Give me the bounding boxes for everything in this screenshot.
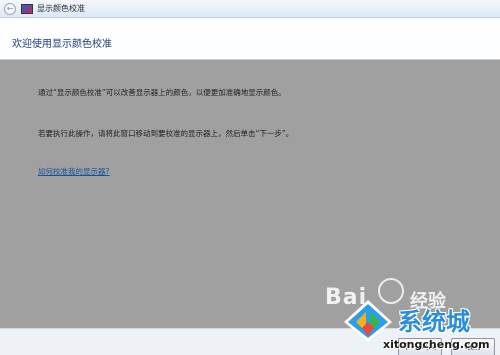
brand-watermark: 系统城 — [398, 308, 470, 336]
domain-watermark: xitongcheng.com — [383, 338, 490, 351]
help-link[interactable]: 如何校准我的显示器? — [38, 166, 109, 177]
page-title: 欢迎使用显示颜色校准 — [12, 39, 112, 50]
window-title: 显示颜色校准 — [37, 4, 85, 13]
display-color-icon — [21, 3, 33, 14]
wizard-header: 欢迎使用显示颜色校准 — [0, 18, 500, 60]
intro-text: 通过“显示颜色校准”可以改善显示器上的颜色，以便更加准确地显示颜色。 — [38, 88, 286, 97]
title-bar: ← 显示颜色校准 — [0, 0, 500, 18]
instruction-text: 若要执行此操作，请将此窗口移动到要校准的显示器上，然后单击“下一步”。 — [38, 129, 294, 138]
back-arrow-icon[interactable]: ← — [4, 2, 16, 15]
